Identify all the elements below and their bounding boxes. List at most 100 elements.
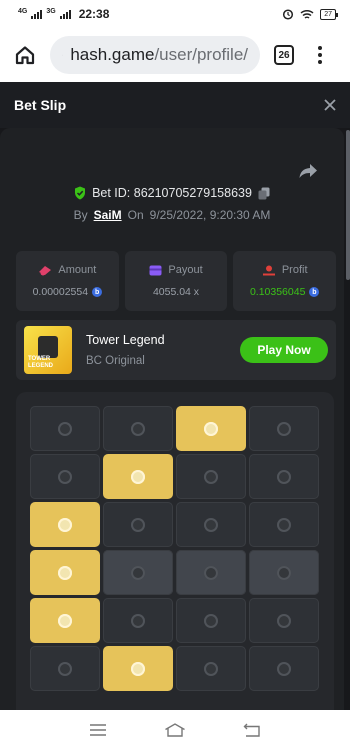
coin-icon: [58, 421, 72, 436]
hidden-tile: [103, 406, 173, 451]
recent-apps-button[interactable]: [86, 718, 110, 742]
scrollbar[interactable]: [346, 130, 350, 280]
stat-label-row: Amount: [38, 264, 96, 276]
hidden-tile: [176, 646, 246, 691]
coin-icon: [277, 469, 291, 484]
coin-icon: [131, 421, 145, 436]
tower-icon: [38, 336, 58, 358]
stat-label: Profit: [281, 264, 308, 276]
game-subtitle: BC Original: [86, 355, 145, 367]
coin-icon: [131, 469, 145, 484]
play-now-button[interactable]: Play Now: [240, 337, 328, 363]
browser-menu-button[interactable]: [310, 40, 330, 70]
stat-value-row: 4055.04 x: [153, 286, 199, 298]
game-thumb-title: TOWER LEGEND: [28, 356, 54, 369]
coin-icon: [58, 661, 72, 676]
signal-icon-2: [59, 9, 71, 19]
hidden-tile: [249, 550, 319, 595]
url-host: hash.game: [70, 45, 155, 64]
stat-value: 4055.04 x: [152, 286, 200, 298]
address-bar[interactable]: hash.game/user/profile/: [50, 36, 260, 74]
coin-icon: b: [309, 287, 320, 297]
coin-icon: [277, 565, 291, 580]
status-right: 27: [282, 8, 338, 20]
tower-grid: [30, 406, 319, 691]
share-icon: [299, 164, 317, 178]
home-button[interactable]: [10, 40, 40, 70]
payout-icon: [149, 265, 162, 275]
stat-profit: Profit 0.10356045 b: [233, 251, 337, 311]
hidden-tile: [176, 598, 246, 643]
coin-icon: [204, 517, 218, 532]
profit-icon: [262, 265, 275, 275]
stat-payout: Payout 4055.04 x: [124, 251, 228, 311]
network-type-2: 3G: [46, 7, 56, 15]
game-title: Tower Legend: [86, 333, 165, 347]
coin-icon: [131, 517, 145, 532]
menu-dot-icon: [318, 46, 322, 50]
hidden-tile: [249, 598, 319, 643]
revealed-tile: [30, 550, 100, 595]
user-link[interactable]: SaiM: [94, 208, 122, 222]
hidden-tile: [30, 454, 100, 499]
url-path: /user/profile/: [154, 45, 248, 64]
coin-icon: [277, 661, 291, 676]
coin-icon: [58, 469, 72, 484]
back-nav-button[interactable]: [240, 718, 264, 742]
game-info: Tower Legend BC Original: [86, 333, 165, 367]
home-nav-button[interactable]: [163, 718, 187, 742]
revealed-tile: [30, 502, 100, 547]
coin-icon: [58, 517, 72, 532]
bet-datetime: 9/25/2022, 9:20:30 AM: [149, 208, 271, 222]
home-icon: [15, 46, 35, 65]
stat-value-row: 0.00002554 b: [33, 286, 103, 298]
game-thumbnail[interactable]: TOWER LEGEND: [24, 326, 72, 374]
revealed-tile: [176, 406, 246, 451]
tab-switcher-button[interactable]: 26: [274, 45, 294, 65]
close-button[interactable]: [324, 95, 336, 116]
alarm-icon: [283, 9, 294, 20]
shield-check-icon: [75, 186, 86, 200]
back-icon: [243, 723, 260, 737]
hidden-tile: [30, 406, 100, 451]
battery-icon: 27: [320, 8, 338, 20]
close-icon: [324, 98, 336, 111]
clock-time: 22:38: [78, 7, 110, 21]
game-card: TOWER LEGEND Tower Legend BC Original Pl…: [16, 320, 336, 380]
hidden-tile: [103, 502, 173, 547]
coin-icon: [131, 565, 145, 580]
stat-label: Amount: [58, 264, 97, 276]
hidden-tile: [249, 406, 319, 451]
status-bar: 4G 3G 22:38 27: [0, 0, 350, 28]
menu-lines-icon: [90, 724, 107, 736]
coin-icon: [277, 613, 291, 628]
hidden-tile: [249, 646, 319, 691]
coin-icon: [204, 565, 218, 580]
status-left: 4G 3G 22:38: [18, 7, 109, 21]
hidden-tile: [176, 454, 246, 499]
hidden-tile: [30, 646, 100, 691]
stat-amount: Amount 0.00002554 b: [16, 251, 119, 311]
hidden-tile: [249, 502, 319, 547]
share-button[interactable]: [298, 162, 320, 184]
tower-grid-panel: [16, 392, 334, 710]
coin-icon: [204, 469, 218, 484]
copy-icon[interactable]: [258, 187, 270, 200]
hidden-tile: [176, 502, 246, 547]
coin-icon: [204, 661, 218, 676]
stat-label-row: Profit: [262, 264, 308, 276]
revealed-tile: [103, 454, 173, 499]
page-title: Bet Slip: [14, 97, 67, 113]
menu-dot-icon: [318, 60, 322, 64]
coin-icon: [131, 661, 145, 676]
hidden-tile: [176, 550, 246, 595]
bet-meta-row: By SaiM On 9/25/2022, 9:20:30 AM: [0, 208, 344, 222]
hidden-tile: [103, 550, 173, 595]
coin-icon: [131, 613, 145, 628]
amount-icon: [39, 265, 52, 275]
coin-icon: [277, 421, 291, 436]
hidden-tile: [103, 598, 173, 643]
stat-value-row: 0.10356045 b: [250, 286, 320, 298]
wifi-icon: [300, 9, 314, 19]
coin-icon: b: [92, 287, 103, 297]
